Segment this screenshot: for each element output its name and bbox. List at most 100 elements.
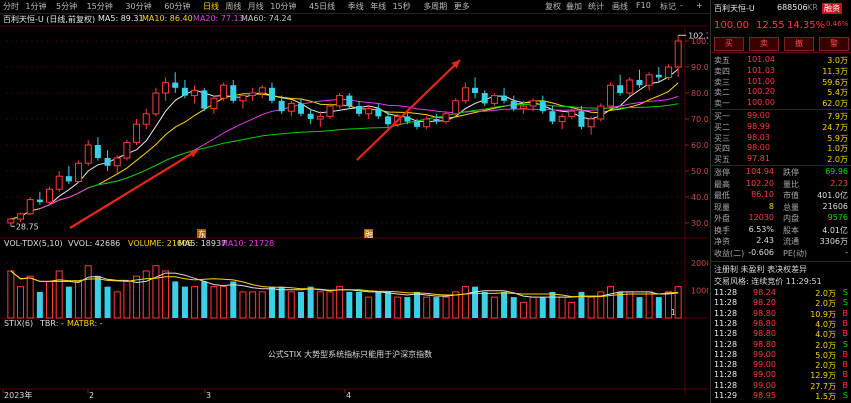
candle — [587, 116, 595, 135]
quote-title-row: 百利天恒-U 688506 KR 融资 — [711, 3, 851, 14]
level-price: 101.00 — [747, 76, 775, 86]
level-label: 买五 — [714, 155, 730, 165]
candle — [356, 100, 363, 117]
candle-body — [461, 87, 469, 102]
cancel-button[interactable]: 撤 — [784, 37, 814, 51]
candle-body — [664, 66, 672, 78]
trade-row[interactable]: 11:28 98.80 10.9万 B — [711, 309, 851, 319]
stat-value: 69.96 — [825, 167, 848, 176]
candle-body — [617, 85, 624, 93]
bid-row[interactable]: 买五 97.81 2.0万 — [711, 154, 851, 164]
trade-time: 11:28 — [714, 308, 738, 318]
candle — [617, 74, 624, 96]
trade-row[interactable]: 11:28 98.80 4.0万 B — [711, 329, 851, 339]
bid-row[interactable]: 买一 99.00 7.9万 — [711, 111, 851, 121]
margin-badge[interactable]: 融资 — [822, 3, 842, 14]
volume-bar — [287, 291, 295, 319]
trade-row[interactable]: 11:29 98.95 1.5万 S — [711, 391, 851, 401]
trade-row[interactable]: 11:28 99.00 2.0万 B — [711, 360, 851, 370]
volume-bar — [606, 286, 614, 319]
trade-side: B — [842, 380, 849, 390]
trade-row[interactable]: 11:28 98.80 4.0万 B — [711, 319, 851, 329]
buy-button[interactable]: 买 — [714, 37, 744, 51]
candle-body — [26, 199, 34, 215]
candle — [152, 87, 160, 117]
stat-value: 86.10 — [751, 190, 774, 199]
stat-row: 涨停 104.94 跌停 69.96 — [711, 167, 851, 177]
trade-row[interactable]: 11:28 99.00 27.7万 B — [711, 381, 851, 391]
candle-body — [220, 84, 228, 99]
price-change: 12.55 — [756, 20, 785, 31]
kline-chart[interactable]: 100.090.0080.0070.0060.0050.0040.0030.00… — [0, 0, 708, 403]
volume-bar — [394, 296, 402, 319]
candle-body — [346, 95, 353, 106]
bid-row[interactable]: 买四 98.00 1.0万 — [711, 143, 851, 153]
candle-body — [239, 95, 247, 102]
ask-row[interactable]: 卖三 101.00 59.6万 — [711, 77, 851, 87]
stat-value: 2.43 — [756, 236, 774, 245]
candle-body — [297, 103, 304, 114]
date-label: 3 — [206, 391, 211, 400]
candle — [258, 85, 266, 99]
volume-bar — [539, 297, 546, 318]
candle — [316, 111, 324, 127]
stat-label: 量比 — [783, 179, 799, 189]
trade-row[interactable]: 11:28 98.80 2.0万 S — [711, 340, 851, 350]
pct-change: 14.35% — [787, 20, 826, 31]
level-volume: 2.0万 — [827, 155, 848, 165]
candle-body — [65, 176, 72, 182]
candle-body — [258, 87, 266, 94]
trade-time: 11:28 — [714, 318, 738, 328]
volume-bar — [414, 291, 421, 318]
vvol-readout: VVOL: 42686 — [68, 239, 120, 248]
stat-value: 21606 — [822, 201, 848, 211]
trade-side: S — [842, 288, 848, 297]
candle-body — [606, 84, 614, 107]
volume-bar — [65, 286, 72, 318]
level-label: 卖二 — [714, 88, 730, 98]
stix-note: 公式STIX 大势型系统指标只能用于沪深京指数 — [268, 349, 432, 359]
level-price: 98.00 — [747, 143, 770, 153]
candle — [636, 69, 643, 88]
volume-bar — [404, 297, 411, 318]
candle-body — [674, 40, 682, 68]
volume-bar — [46, 280, 54, 319]
trade-row[interactable]: 11:28 98.24 2.0万 S — [711, 288, 851, 298]
bid-row[interactable]: 买二 98.99 24.7万 — [711, 122, 851, 132]
level-volume: 11.3万 — [822, 66, 848, 76]
stat-label: 外盘 — [714, 214, 730, 223]
stat-value: 401.0亿 — [817, 191, 848, 200]
bid-row[interactable]: 买三 98.03 5.9万 — [711, 133, 851, 143]
trade-row[interactable]: 11:28 99.00 5.0万 B — [711, 350, 851, 360]
vol-ma5-readout: MA5: 18937 — [178, 239, 226, 248]
level-label: 买四 — [714, 144, 730, 154]
price-tick-label: 80.00 — [691, 89, 708, 98]
ask-row[interactable]: 卖二 100.20 5.4万 — [711, 87, 851, 97]
candle-body — [529, 100, 537, 107]
ask-row[interactable]: 卖一 100.00 62.0万 — [711, 98, 851, 108]
trade-row[interactable]: 11:28 99.00 12.9万 B — [711, 370, 851, 380]
volume-bar — [297, 291, 304, 318]
ask-row[interactable]: 卖五 101.04 3.0万 — [711, 55, 851, 65]
volume-bar — [423, 296, 431, 319]
sell-button[interactable]: 卖 — [749, 37, 779, 51]
volume-bar — [181, 286, 188, 318]
alert-button[interactable]: 警 — [819, 37, 849, 51]
trade-row[interactable]: 11:28 98.20 2.0万 S — [711, 298, 851, 308]
candle-body — [7, 218, 15, 224]
candle — [162, 77, 170, 101]
candle-body — [75, 162, 83, 182]
candle — [268, 82, 275, 104]
candle-body — [481, 93, 488, 104]
stat-value: -0.606 — [748, 247, 774, 257]
candle — [597, 103, 605, 122]
level-volume: 5.4万 — [827, 88, 848, 98]
ask-row[interactable]: 卖四 101.03 11.3万 — [711, 66, 851, 76]
volume-bar — [17, 286, 25, 319]
candle — [558, 113, 566, 130]
candle-body — [578, 111, 585, 127]
volume-bar — [268, 286, 275, 318]
price-tick-label: 60.00 — [691, 141, 708, 150]
volume-bar — [346, 291, 353, 318]
candle — [375, 103, 382, 119]
